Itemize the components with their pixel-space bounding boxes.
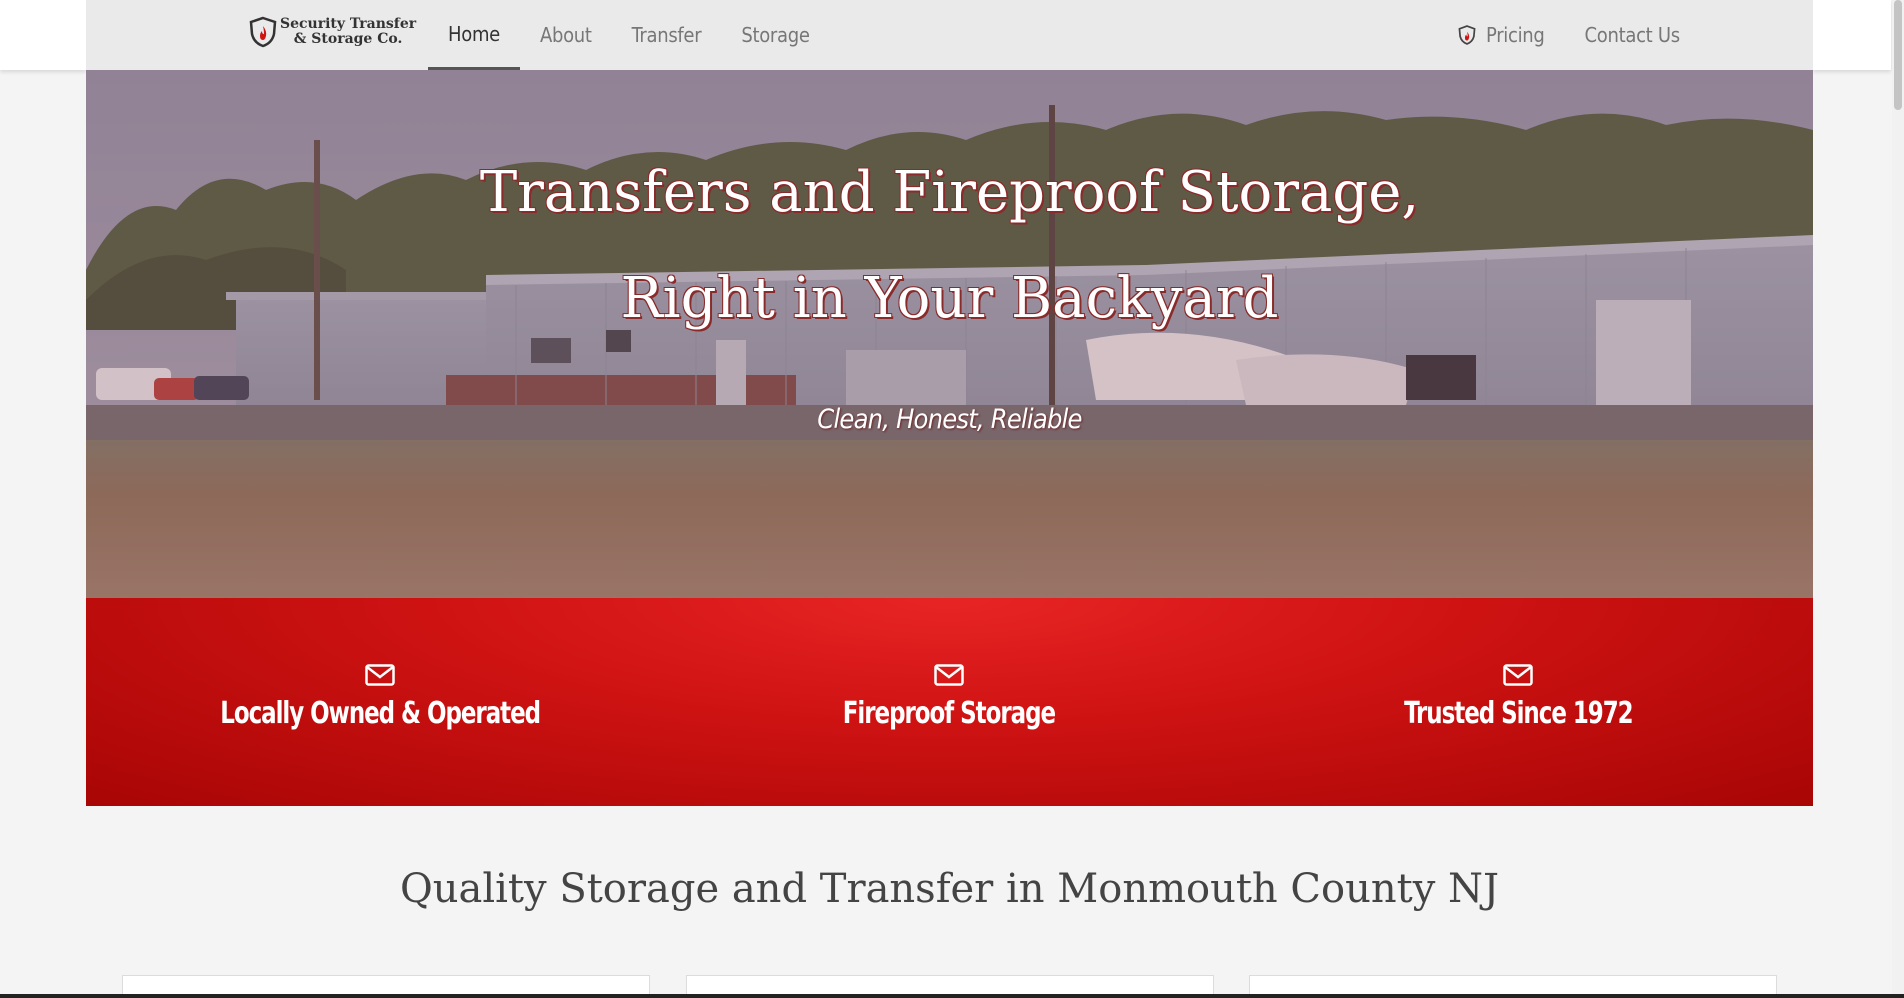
nav-contact-us[interactable]: Contact Us: [1565, 0, 1700, 70]
feature-trusted-since: Trusted Since 1972: [1278, 664, 1758, 731]
feature-label: Fireproof Storage: [842, 696, 1056, 731]
page: Security Transfer & Storage Co. Home Abo…: [0, 0, 1904, 998]
feature-label: Locally Owned & Operated: [220, 696, 541, 731]
scrollbar[interactable]: [1892, 0, 1904, 998]
nav-home[interactable]: Home: [428, 0, 520, 70]
nav-transfer[interactable]: Transfer: [612, 0, 722, 70]
hero-title-line2: Right in Your Backyard: [620, 266, 1279, 331]
nav-pricing-label: Pricing: [1486, 23, 1545, 47]
scrollbar-thumb[interactable]: [1894, 0, 1902, 110]
hero-banner: Transfers and Fireproof Storage, Right i…: [86, 70, 1813, 598]
main-container: Security Transfer & Storage Co. Home Abo…: [86, 0, 1813, 998]
header-edge-right: [1813, 0, 1891, 70]
hero-title-line1: Transfers and Fireproof Storage,: [479, 160, 1420, 225]
hero-tagline: Clean, Honest, Reliable: [817, 404, 1082, 435]
shield-flame-icon: [1458, 25, 1476, 45]
primary-nav: Home About Transfer Storage: [428, 0, 830, 70]
bottom-edge: [0, 994, 1904, 998]
features-band: Locally Owned & Operated Fireproof Stora…: [86, 598, 1813, 806]
brand-name: Security Transfer & Storage Co.: [280, 17, 416, 47]
envelope-icon: [365, 664, 395, 686]
nav-about[interactable]: About: [520, 0, 612, 70]
nav-storage[interactable]: Storage: [721, 0, 829, 70]
feature-fireproof-storage: Fireproof Storage: [709, 664, 1189, 731]
brand-logo[interactable]: Security Transfer & Storage Co.: [248, 16, 416, 48]
nav-pricing[interactable]: Pricing: [1436, 0, 1565, 70]
shield-flame-icon: [249, 16, 277, 48]
envelope-icon: [1503, 664, 1533, 686]
navbar: Security Transfer & Storage Co. Home Abo…: [86, 0, 1813, 70]
feature-label: Trusted Since 1972: [1403, 696, 1633, 731]
brand-name-line2: & Storage Co.: [293, 31, 403, 47]
secondary-nav: Pricing Contact Us: [1436, 0, 1700, 70]
header-edge-left: [0, 0, 86, 70]
brand-name-line1: Security Transfer: [280, 16, 417, 32]
feature-locally-owned: Locally Owned & Operated: [140, 664, 620, 731]
section-heading: Quality Storage and Transfer in Monmouth…: [399, 866, 1500, 912]
envelope-icon: [934, 664, 964, 686]
hero-overlay: [86, 70, 1813, 598]
